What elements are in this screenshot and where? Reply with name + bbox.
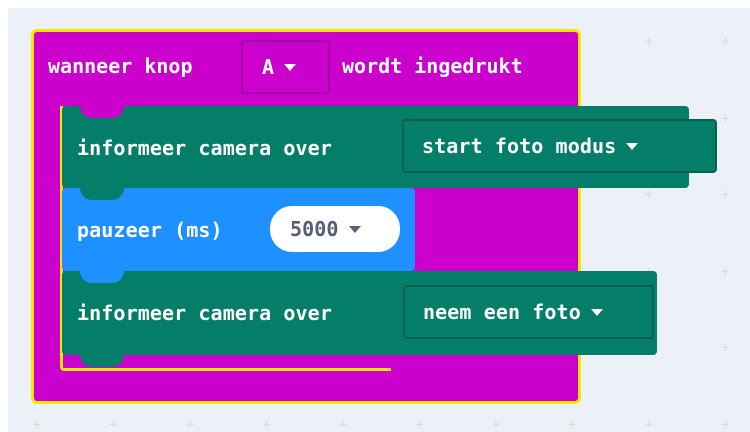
pause-command-label: pauzeer (ms)	[77, 218, 223, 242]
grid-plus-icon: +	[185, 416, 195, 432]
grid-plus-icon: +	[721, 34, 730, 50]
event-label-suffix: wordt ingedrukt	[342, 54, 523, 78]
button-dropdown-value: A	[262, 55, 275, 79]
camera-mode-dropdown-1[interactable]: start foto modus	[402, 119, 717, 173]
grid-plus-icon: +	[721, 416, 730, 432]
camera-mode-dropdown-2[interactable]: neem een foto	[403, 285, 654, 339]
camera-command-block-2[interactable]: informeer camera over neem een foto	[62, 271, 657, 367]
pause-duration-dropdown[interactable]: 5000	[270, 206, 400, 252]
caret-down-icon	[348, 225, 361, 233]
grid-plus-icon: +	[491, 416, 501, 432]
grid-plus-icon: +	[721, 263, 730, 280]
event-label-prefix: wanneer knop	[48, 54, 193, 78]
block-bump	[80, 188, 124, 200]
caret-down-icon	[626, 142, 639, 150]
button-dropdown[interactable]: A	[241, 40, 330, 94]
pause-duration-value: 5000	[290, 217, 339, 241]
grid-plus-icon: +	[644, 34, 654, 50]
grid-plus-icon: +	[568, 416, 577, 432]
grid-plus-icon: +	[415, 416, 424, 432]
pause-command-block[interactable]: pauzeer (ms) 5000	[62, 188, 415, 283]
caret-down-icon	[590, 308, 603, 316]
grid-plus-icon: +	[644, 416, 654, 432]
block-bump	[80, 355, 124, 367]
grid-plus-icon: +	[644, 187, 654, 203]
camera-command-label-1: informeer camera over	[77, 136, 332, 160]
grid-plus-icon: +	[338, 416, 348, 432]
grid-plus-icon: +	[721, 110, 730, 127]
block-bump	[80, 271, 124, 283]
caret-down-icon	[284, 63, 297, 71]
grid-plus-icon: +	[32, 416, 42, 432]
block-notch	[80, 106, 124, 118]
camera-command-block-1[interactable]: informeer camera over start foto modus	[62, 106, 717, 200]
grid-plus-icon: +	[721, 187, 730, 203]
camera-mode-value-1: start foto modus	[422, 134, 617, 158]
grid-plus-icon: +	[109, 416, 118, 432]
camera-command-label-2: informeer camera over	[77, 301, 332, 325]
camera-mode-value-2: neem een foto	[423, 300, 581, 324]
grid-plus-icon: +	[262, 416, 271, 432]
grid-plus-icon: +	[721, 340, 730, 356]
